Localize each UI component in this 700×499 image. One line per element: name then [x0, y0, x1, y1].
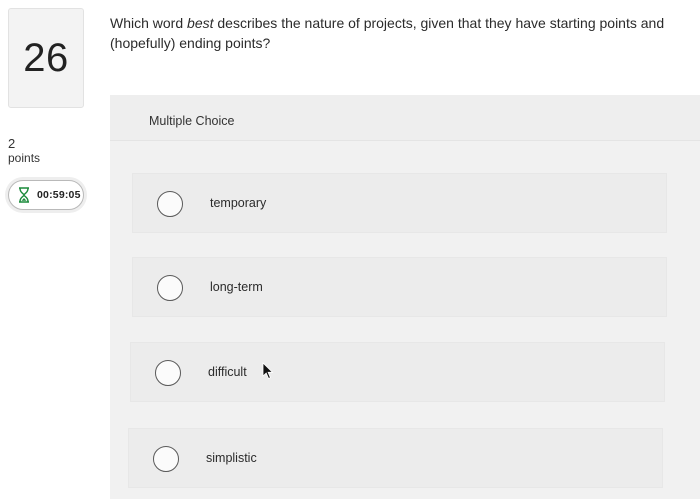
choice-option[interactable]: long-term — [132, 257, 667, 317]
choice-option[interactable]: simplistic — [128, 428, 663, 488]
choice-label: difficult — [208, 365, 247, 379]
hourglass-icon — [19, 187, 29, 203]
points-label: points — [8, 151, 41, 165]
timer-badge: 00:59:05 — [8, 180, 84, 210]
choice-label: long-term — [210, 280, 263, 294]
radio-circle-icon[interactable] — [153, 446, 179, 472]
answer-panel-header: Multiple Choice — [110, 95, 700, 141]
choice-option[interactable]: temporary — [132, 173, 667, 233]
radio-circle-icon[interactable] — [155, 360, 181, 386]
timer-text: 00:59:05 — [37, 189, 81, 201]
mouse-cursor-icon — [262, 362, 274, 380]
answer-panel: Multiple Choice temporary long-term diff… — [110, 95, 700, 499]
question-text-before: Which word — [110, 15, 188, 31]
radio-circle-icon[interactable] — [157, 275, 183, 301]
points-value: 2 — [8, 136, 16, 151]
choice-label: temporary — [210, 196, 267, 210]
question-text-emphasis: best — [187, 15, 214, 31]
question-number: 26 — [23, 35, 69, 80]
radio-circle-icon[interactable] — [157, 191, 183, 217]
choice-label: simplistic — [206, 451, 257, 465]
choice-option[interactable]: difficult — [130, 342, 665, 402]
question-type-label: Multiple Choice — [149, 114, 235, 128]
question-number-box: 26 — [8, 8, 84, 108]
question-text: Which word best describes the nature of … — [110, 13, 695, 53]
